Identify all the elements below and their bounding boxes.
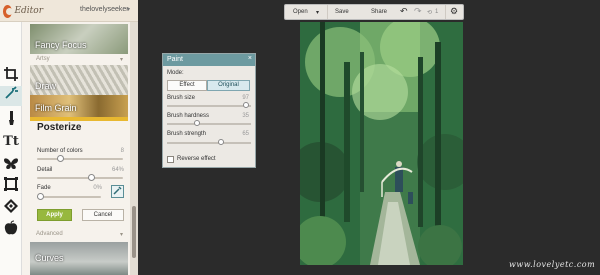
fade-slider[interactable] <box>37 193 101 200</box>
chevron-down-icon[interactable]: ▾ <box>127 6 130 13</box>
app-header: Editor thelovelyseeker ▾ <box>0 0 138 22</box>
reverse-effect-label: Reverse effect <box>177 156 216 162</box>
paint-brush-button[interactable] <box>111 185 124 198</box>
chevron-down-icon[interactable]: ▾ <box>120 56 123 63</box>
redo-icon[interactable]: ↷ <box>414 6 422 17</box>
reverse-effect-checkbox[interactable] <box>167 156 174 163</box>
logo-text: Editor <box>14 6 43 16</box>
divider <box>327 5 328 19</box>
text-icon[interactable]: Tt <box>3 134 19 150</box>
colors-value: 8 <box>120 148 124 154</box>
effects-panel: Fancy Focus Artsy ▾ Draw Film Grain Post… <box>22 22 130 275</box>
watermark: www.lovelyetc.com <box>509 260 596 269</box>
cancel-button[interactable]: Cancel <box>82 209 124 221</box>
chevron-down-icon[interactable]: ▾ <box>316 9 319 16</box>
brush-strength-value: 65 <box>242 131 249 137</box>
brush-size-value: 97 <box>242 95 249 101</box>
effect-tile-film-grain[interactable]: Film Grain <box>30 95 128 117</box>
detail-slider[interactable] <box>37 174 123 181</box>
photo-canvas[interactable] <box>300 22 463 265</box>
logo-mark-icon <box>3 4 14 18</box>
effect-tile-curves[interactable]: Curves <box>30 242 128 275</box>
effect-tile-label: Curves <box>35 253 64 263</box>
section-header-advanced[interactable]: Advanced <box>36 231 63 237</box>
slider-knob[interactable] <box>88 174 95 181</box>
slider-knob[interactable] <box>218 139 224 145</box>
share-button[interactable]: Share <box>371 9 387 15</box>
effect-tile-draw[interactable]: Draw <box>30 65 128 95</box>
gear-icon[interactable]: ⚙ <box>450 6 458 17</box>
forest-photo <box>300 22 463 265</box>
mode-original-button[interactable]: Original <box>207 80 250 91</box>
mode-effect-button[interactable]: Effect <box>167 80 207 91</box>
chevron-down-icon[interactable]: ▾ <box>120 231 123 238</box>
colors-label: Number of colors <box>37 148 83 154</box>
divider <box>445 5 446 19</box>
undo-icon[interactable]: ↶ <box>400 6 408 17</box>
slider-knob[interactable] <box>243 102 249 108</box>
crop-icon[interactable] <box>3 66 19 82</box>
filter-title: Posterize <box>37 122 82 133</box>
frame-icon[interactable] <box>3 176 19 192</box>
brush-hardness-label: Brush hardness <box>167 113 210 119</box>
close-icon[interactable]: × <box>248 55 252 62</box>
effect-tile-label: Fancy Focus <box>35 40 87 50</box>
fade-value: 0% <box>93 185 102 191</box>
apply-button[interactable]: Apply <box>37 209 72 221</box>
paint-window[interactable]: Paint × Mode: Effect Original Brush size… <box>162 53 256 168</box>
brush-icon[interactable] <box>3 110 19 126</box>
paint-window-header[interactable]: Paint × <box>163 54 255 66</box>
selected-effect-strip <box>30 117 128 121</box>
apple-icon[interactable] <box>3 220 19 236</box>
brush-hardness-slider[interactable] <box>167 120 251 126</box>
fade-label: Fade <box>37 185 51 191</box>
paint-window-title: Paint <box>167 56 183 63</box>
main-toolbar: Open ▾ Save Share ↶ ↷ ⟲ 1 ⚙ <box>284 4 464 20</box>
slider-knob[interactable] <box>57 155 64 162</box>
butterfly-icon[interactable] <box>3 155 19 171</box>
username[interactable]: thelovelyseeker <box>80 6 129 13</box>
history-count: 1 <box>435 9 439 15</box>
colors-slider[interactable] <box>37 155 123 162</box>
texture-icon[interactable] <box>3 198 19 214</box>
brush-hardness-value: 35 <box>242 113 249 119</box>
open-button[interactable]: Open <box>293 9 308 15</box>
tool-rail: Tt <box>0 22 22 275</box>
save-button[interactable]: Save <box>335 9 349 15</box>
effect-tile-fancy-focus[interactable]: Fancy Focus <box>30 24 128 54</box>
effect-tile-label: Film Grain <box>35 103 77 113</box>
slider-knob[interactable] <box>37 193 44 200</box>
app-logo[interactable]: Editor <box>3 2 43 20</box>
history-icon[interactable]: ⟲ <box>427 9 432 16</box>
detail-label: Detail <box>37 167 53 173</box>
brush-strength-slider[interactable] <box>167 139 251 145</box>
slider-knob[interactable] <box>194 120 200 126</box>
detail-value: 64% <box>111 167 124 173</box>
section-header-artsy[interactable]: Artsy <box>36 56 50 62</box>
brush-icon <box>113 186 122 195</box>
scrollbar-thumb[interactable] <box>132 206 136 258</box>
brush-strength-label: Brush strength <box>167 131 207 137</box>
brush-size-label: Brush size <box>167 95 196 101</box>
effects-wand-icon[interactable] <box>0 86 22 106</box>
mode-label: Mode: <box>167 70 184 76</box>
brush-size-slider[interactable] <box>167 102 251 108</box>
effect-tile-label: Draw <box>35 81 57 91</box>
panel-scrollbar[interactable] <box>130 22 138 275</box>
